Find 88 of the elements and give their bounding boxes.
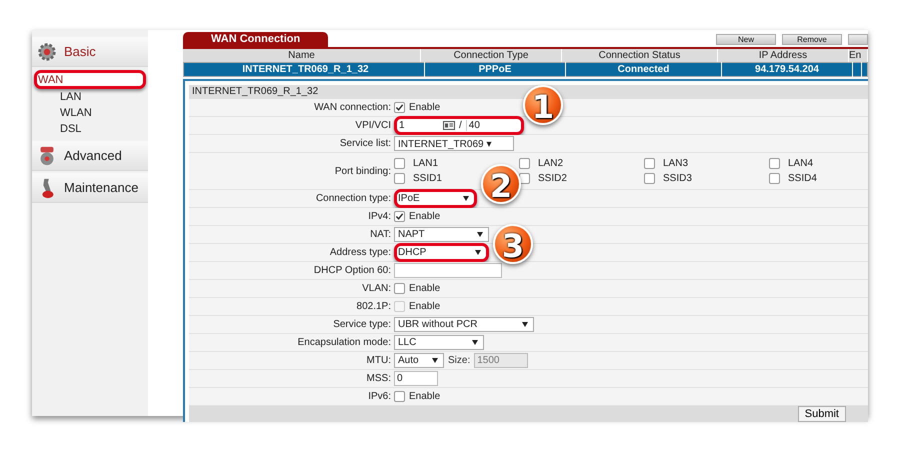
checkbox[interactable] bbox=[644, 158, 655, 169]
vpi-vci-field[interactable]: 1 / 40 bbox=[394, 116, 524, 135]
table-cell: PPPoE bbox=[425, 62, 566, 77]
column-header: Name bbox=[183, 49, 421, 62]
field-label: MSS: bbox=[366, 373, 391, 384]
input-field[interactable] bbox=[394, 263, 502, 278]
caret-icon bbox=[432, 358, 438, 363]
caret-icon bbox=[522, 322, 528, 327]
sidebar-item[interactable]: LAN bbox=[34, 89, 146, 105]
caret-icon bbox=[463, 196, 469, 201]
field-label: Connection type: bbox=[316, 193, 391, 204]
table-cell: 94.179.54.204 bbox=[722, 62, 853, 77]
checkbox-label: Enable bbox=[409, 211, 440, 222]
checkbox[interactable] bbox=[394, 102, 405, 113]
section-title: Basic bbox=[64, 44, 96, 59]
field-label: Service type: bbox=[333, 319, 391, 330]
field-label: Address type: bbox=[330, 247, 391, 258]
table-row[interactable]: INTERNET_TR069_R_1_32 PPPoE Connected 94.179.54.204 bbox=[183, 62, 868, 77]
checkbox[interactable] bbox=[644, 173, 655, 184]
checkbox-label: Enable bbox=[409, 102, 440, 113]
separator: / bbox=[459, 120, 462, 131]
tab[interactable]: WAN Connection bbox=[183, 32, 328, 47]
toolbar-button[interactable]: New bbox=[716, 34, 776, 45]
section-title: Maintenance bbox=[64, 180, 138, 195]
column-header: IP Address bbox=[718, 49, 849, 62]
field-label: VLAN: bbox=[362, 283, 391, 294]
checkbox-label: LAN2 bbox=[538, 158, 564, 169]
field-label: IPv6: bbox=[368, 391, 391, 402]
checkbox[interactable] bbox=[394, 283, 405, 294]
checkbox[interactable] bbox=[769, 173, 780, 184]
checkbox-label: LAN3 bbox=[663, 158, 688, 169]
caret-icon bbox=[472, 340, 478, 345]
checkbox[interactable] bbox=[394, 391, 405, 402]
field-label: Port binding: bbox=[334, 166, 391, 176]
caret-icon bbox=[475, 250, 481, 255]
caret-icon bbox=[477, 232, 483, 237]
sidebar-section[interactable]: Maintenance bbox=[32, 173, 148, 203]
select-field[interactable]: NAPT bbox=[394, 227, 489, 242]
field-label: Service list: bbox=[340, 138, 391, 149]
sidebar-section[interactable]: Basic bbox=[32, 37, 148, 67]
gear-icon bbox=[36, 40, 58, 62]
select-field[interactable]: UBR without PCR bbox=[394, 317, 534, 332]
field-label: MTU: bbox=[366, 355, 391, 366]
field-label: Size: bbox=[448, 355, 470, 366]
toolbar-button[interactable] bbox=[848, 34, 868, 45]
table-cell: Connected bbox=[566, 62, 722, 77]
select-field[interactable]: LLC bbox=[394, 335, 484, 350]
checkbox[interactable] bbox=[394, 158, 405, 169]
sidebar-item[interactable]: WLAN bbox=[34, 105, 146, 121]
select-field[interactable]: INTERNET_TR069 ▾ bbox=[394, 136, 514, 151]
checkbox-label: LAN4 bbox=[788, 158, 814, 169]
field-label: DHCP Option 60: bbox=[314, 265, 391, 276]
table-cell: INTERNET_TR069_R_1_32 bbox=[187, 62, 425, 77]
checkbox-label: Enable bbox=[409, 301, 440, 312]
input-field[interactable]: 1500 bbox=[474, 353, 528, 368]
checkbox[interactable] bbox=[769, 158, 780, 169]
checkbox-label: Enable bbox=[409, 391, 440, 402]
checkbox-label: SSID4 bbox=[788, 173, 817, 184]
checkbox-label: SSID1 bbox=[413, 173, 442, 184]
select-field[interactable]: Auto bbox=[394, 353, 444, 368]
checkbox[interactable] bbox=[394, 211, 405, 222]
checkbox[interactable] bbox=[519, 158, 530, 169]
sidebar-section[interactable]: Advanced bbox=[32, 141, 148, 171]
checkbox-label: SSID2 bbox=[538, 173, 567, 184]
section-title: Advanced bbox=[64, 148, 122, 163]
column-header: En bbox=[849, 49, 868, 62]
field-label: Encapsulation mode: bbox=[298, 337, 391, 348]
checkbox-label: LAN1 bbox=[413, 158, 438, 169]
field-label: NAT: bbox=[370, 229, 391, 240]
input-field[interactable]: 0 bbox=[394, 371, 438, 386]
field-label: 802.1P: bbox=[356, 301, 391, 312]
select-field[interactable]: IPoE bbox=[394, 189, 477, 208]
checkbox-label: Enable bbox=[409, 283, 440, 294]
toolbar-button[interactable]: Remove bbox=[782, 34, 842, 45]
field-label: WAN connection: bbox=[314, 102, 391, 113]
sidebar-item[interactable]: WAN bbox=[34, 70, 146, 89]
step-number-badge: 2 bbox=[481, 164, 521, 204]
field-label: VPI/VCI bbox=[355, 120, 391, 131]
sidebar-item[interactable]: DSL bbox=[34, 121, 146, 137]
card-icon bbox=[443, 121, 455, 130]
column-header: Connection Type bbox=[421, 49, 562, 62]
column-header: Connection Status bbox=[562, 49, 718, 62]
checkbox[interactable] bbox=[394, 173, 405, 184]
checkbox[interactable] bbox=[519, 173, 530, 184]
select-field[interactable]: DHCP bbox=[394, 243, 489, 262]
submit-button[interactable]: Submit bbox=[798, 406, 846, 422]
checkbox-label: SSID3 bbox=[663, 173, 692, 184]
field-label: IPv4: bbox=[368, 211, 391, 222]
